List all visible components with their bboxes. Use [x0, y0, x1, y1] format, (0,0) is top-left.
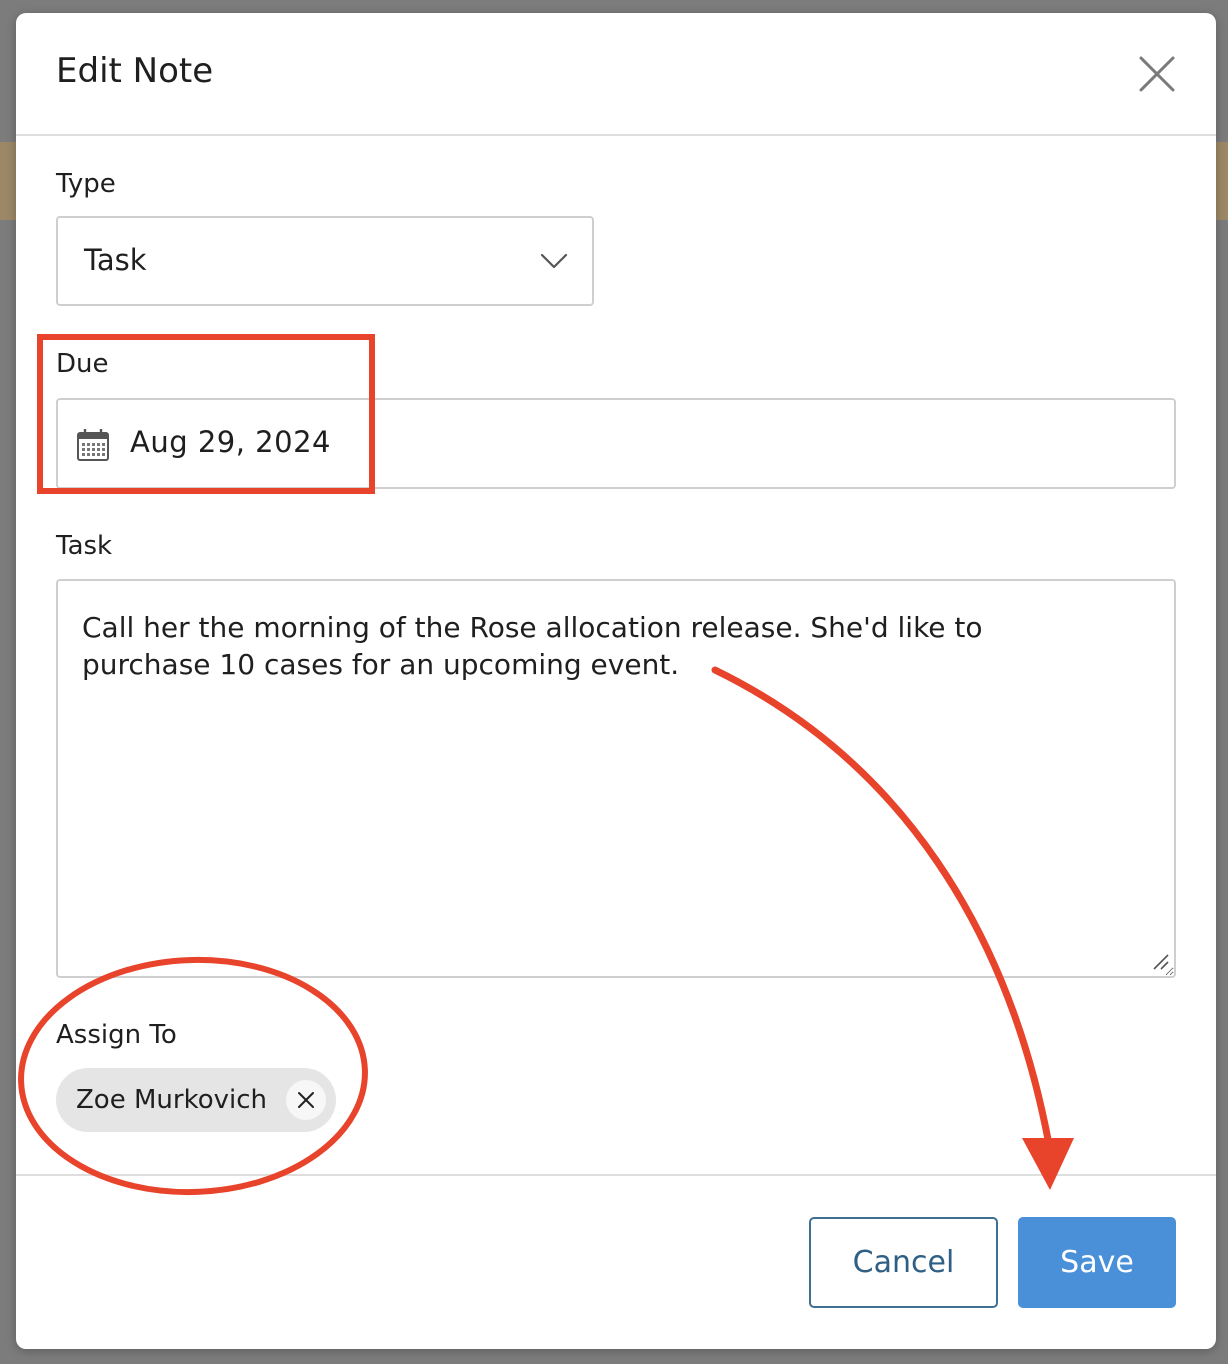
due-date-value: Aug 29, 2024: [130, 425, 331, 459]
calendar-icon: [77, 429, 109, 461]
assign-to-label: Assign To: [56, 1020, 177, 1050]
footer-divider: [16, 1174, 1216, 1176]
task-label: Task: [56, 531, 113, 561]
modal-header: Edit Note: [16, 13, 1216, 136]
close-button[interactable]: [1134, 51, 1180, 97]
remove-assignee-button[interactable]: [286, 1080, 326, 1120]
chevron-down-icon: [540, 253, 568, 269]
assignee-name: Zoe Murkovich: [76, 1085, 268, 1115]
cancel-button[interactable]: Cancel: [809, 1217, 998, 1308]
due-label: Due: [56, 349, 109, 379]
resize-handle-icon[interactable]: [1152, 953, 1170, 971]
task-textarea[interactable]: Call her the morning of the Rose allocat…: [56, 579, 1176, 978]
type-select[interactable]: Task: [56, 216, 594, 306]
due-date-input[interactable]: Aug 29, 2024: [56, 398, 1176, 489]
save-button[interactable]: Save: [1018, 1217, 1176, 1308]
assignee-chip: Zoe Murkovich: [56, 1068, 336, 1132]
close-icon: [298, 1092, 314, 1108]
modal-title: Edit Note: [56, 51, 214, 91]
type-select-value: Task: [84, 243, 147, 277]
close-icon: [1139, 56, 1175, 92]
type-label: Type: [56, 169, 116, 199]
edit-note-modal: Edit Note Type Task Due Aug 29, 2024 Tas…: [16, 13, 1216, 1349]
